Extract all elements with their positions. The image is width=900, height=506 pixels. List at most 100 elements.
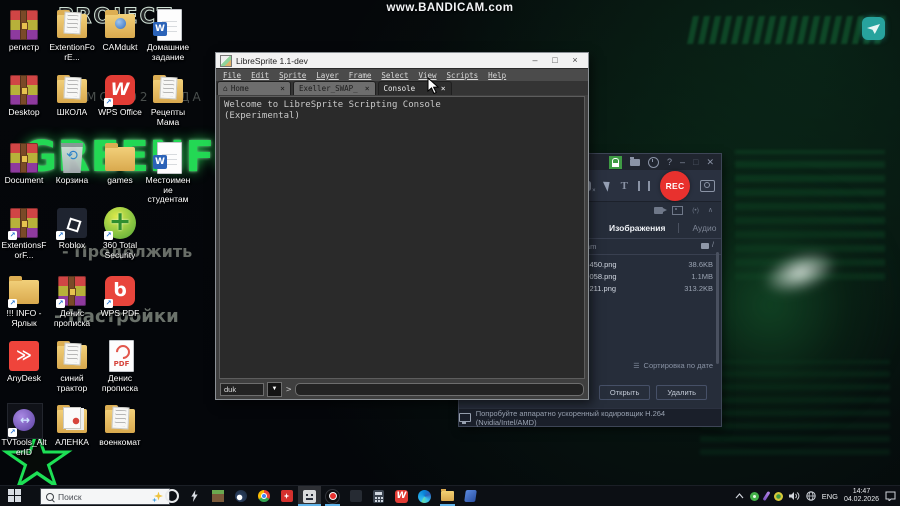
tvtools-icon <box>6 403 43 439</box>
desktop-icon[interactable]: games <box>97 141 143 186</box>
desktop-icon[interactable]: Денис прописка <box>49 274 95 328</box>
taskbar-icon-chrome[interactable] <box>252 486 275 506</box>
cursor-effect-icon[interactable] <box>602 179 613 192</box>
tab-close-icon[interactable]: × <box>361 84 370 93</box>
libresprite-titlebar[interactable]: LibreSprite 1.1-dev – □ × <box>216 53 588 68</box>
desktop-icon[interactable]: АЛЕНКА <box>49 403 95 448</box>
menu-frame[interactable]: Frame <box>344 71 377 80</box>
sort-by-date[interactable]: ☰ Сортировка по дате <box>633 361 713 370</box>
volume-icon[interactable] <box>788 491 800 501</box>
taskbar-icon-bandicam[interactable] <box>321 486 344 506</box>
desktop-icon[interactable]: WPS PDF <box>97 274 143 319</box>
desktop-icon[interactable]: Корзина <box>49 141 95 186</box>
desktop-icon-label: Местоимение студентам <box>145 175 191 205</box>
antivirus-tray-icon[interactable] <box>773 491 783 501</box>
taskbar-icon-calculator[interactable] <box>367 486 390 506</box>
taskbar-icon-blue-app[interactable] <box>459 486 482 506</box>
close-button[interactable]: ✕ <box>706 154 714 170</box>
screenshot-camera-icon[interactable] <box>700 179 715 192</box>
collapse-chevron-icon[interactable]: ∧ <box>708 206 713 214</box>
tab-audio[interactable]: Аудио <box>678 223 716 233</box>
start-button[interactable] <box>8 489 22 503</box>
desktop-icon[interactable]: ExtentionForE... <box>49 8 95 62</box>
dropdown-arrow-icon[interactable]: ▼ <box>267 382 282 397</box>
lock-icon[interactable] <box>608 155 622 169</box>
menu-layer[interactable]: Layer <box>311 71 344 80</box>
tab-home[interactable]: ⌂ Home × <box>217 81 291 95</box>
desktop-icon[interactable]: WPS Office <box>97 73 143 118</box>
desktop-icon[interactable]: Денис прописка <box>97 339 143 393</box>
network-globe-icon[interactable] <box>805 491 816 501</box>
bandicam-footer[interactable]: Попробуйте аппаратно ускоренный кодировщ… <box>459 408 721 427</box>
scrollbar[interactable] <box>716 252 719 364</box>
open-button[interactable]: Открыть <box>598 385 651 400</box>
taskbar-icon-steam[interactable] <box>229 486 252 506</box>
desktop-icon[interactable]: Roblox <box>49 206 95 251</box>
help-button[interactable]: ? <box>667 154 672 170</box>
notification-icon[interactable] <box>885 491 896 501</box>
pen-tray-icon[interactable] <box>762 490 771 502</box>
maximize-button[interactable]: □ <box>545 53 565 68</box>
taskbar-icon-file-explorer[interactable] <box>436 486 459 506</box>
shortcut-arrow-icon <box>8 299 17 308</box>
taskbar-icon-wps-office[interactable] <box>390 486 413 506</box>
tab-exeller_swap_[interactable]: Exeller_SWAP_ × <box>293 81 376 95</box>
desktop-icon[interactable]: ExtentionsForF... <box>1 206 47 260</box>
file-size: 313.2KB <box>684 284 713 293</box>
image-mode-icon[interactable] <box>672 205 684 215</box>
desktop-icon[interactable]: Местоимение студентам <box>145 141 191 205</box>
desktop-icon[interactable]: CAMdukt <box>97 8 143 53</box>
close-button[interactable]: × <box>565 53 585 68</box>
desktop-icon[interactable]: TVTools_AlterID <box>1 403 47 457</box>
open-folder-icon[interactable] <box>701 242 710 249</box>
taskbar-icon-libresprite[interactable] <box>298 486 321 506</box>
clock-icon[interactable] <box>647 156 659 168</box>
broadcast-icon[interactable]: (•) <box>692 207 699 214</box>
desktop-icon[interactable]: Домашние задание <box>145 8 191 62</box>
desktop-icon[interactable]: ШКОЛА <box>49 73 95 118</box>
video-mode-icon[interactable] <box>654 206 668 214</box>
record-button[interactable]: REC <box>660 170 690 201</box>
tab-images[interactable]: Изображения <box>609 223 665 233</box>
libresprite-window: LibreSprite 1.1-dev – □ × File Edit Sprite… <box>215 52 589 400</box>
folder-icon[interactable] <box>629 156 640 166</box>
taskbar-icon-epic-games[interactable] <box>183 486 206 506</box>
clock[interactable]: 14:47 04.02.2026 <box>844 488 879 504</box>
text-overlay-button[interactable]: T <box>621 180 628 192</box>
language-indicator[interactable]: ENG <box>822 492 838 501</box>
taskbar-icon-minecraft[interactable] <box>206 486 229 506</box>
menu-select[interactable]: Select <box>376 71 413 80</box>
security-tray-icon[interactable] <box>749 491 759 501</box>
shortcut-arrow-icon <box>8 231 17 240</box>
tray-chevron-icon[interactable] <box>735 493 744 499</box>
maximize-button[interactable]: □ <box>693 154 698 170</box>
menu-help[interactable]: Help <box>483 71 511 80</box>
taskbar-icon-red-app[interactable] <box>275 486 298 506</box>
menu-scripts[interactable]: Scripts <box>442 71 484 80</box>
console-input[interactable] <box>295 383 584 396</box>
desktop-icon[interactable]: AnyDesk <box>1 339 47 384</box>
engine-dropdown[interactable]: duk <box>220 383 264 396</box>
tab-close-icon[interactable]: × <box>276 84 285 93</box>
menu-edit[interactable]: Edit <box>246 71 274 80</box>
desktop-icon[interactable]: !!! INFO - Ярлык <box>1 274 47 328</box>
desktop-icon[interactable]: синий трактор <box>49 339 95 393</box>
taskbar-icon-opera[interactable] <box>160 486 183 506</box>
desktop-icon[interactable]: 360 Total Security <box>97 206 143 260</box>
taskbar-icon-ghost-app[interactable] <box>344 486 367 506</box>
tab-console[interactable]: Console × <box>377 81 452 95</box>
desktop-icon[interactable]: Desktop <box>1 73 47 118</box>
menu-file[interactable]: File <box>218 71 246 80</box>
taskbar-icon-edge[interactable] <box>413 486 436 506</box>
desktop-icon[interactable]: регистр <box>1 8 47 53</box>
epic-games-icon <box>191 490 198 502</box>
delete-button[interactable]: Удалить <box>656 385 707 400</box>
minimize-button[interactable]: – <box>680 154 685 170</box>
minimize-button[interactable]: – <box>525 53 545 68</box>
desktop-icon[interactable]: Document <box>1 141 47 186</box>
pause-button[interactable] <box>638 180 650 191</box>
menu-sprite[interactable]: Sprite <box>274 71 311 80</box>
desktop-icon[interactable]: Рецепты Мама <box>145 73 191 127</box>
desktop-icon[interactable]: военкомат <box>97 403 143 448</box>
taskbar-search[interactable]: Поиск <box>40 488 170 505</box>
